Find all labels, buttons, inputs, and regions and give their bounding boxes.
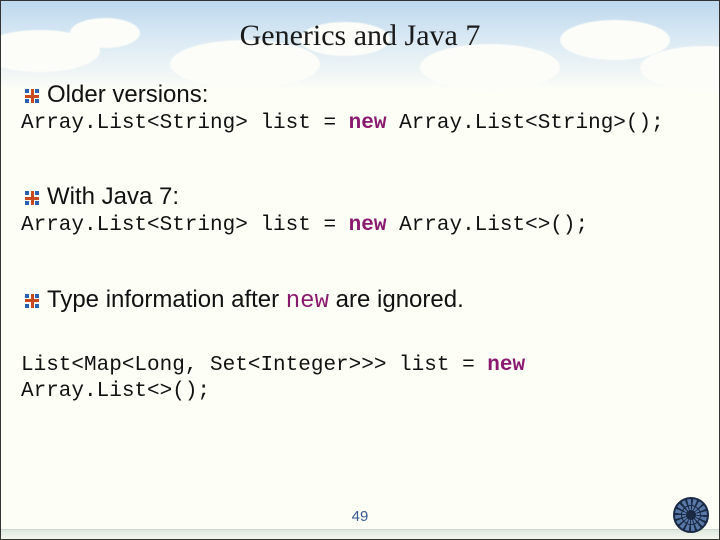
bullet-icon [25, 191, 39, 205]
bullet-icon [25, 294, 39, 308]
bullet-text: Type information after new are ignored. [47, 286, 464, 315]
code-text: Array.List<String> list = [21, 112, 349, 135]
bullet-type-info: Type information after new are ignored. [19, 286, 701, 315]
footer-strip [1, 529, 719, 539]
university-logo-icon [673, 497, 709, 533]
bullet-text: Older versions: [47, 81, 208, 109]
code-text: Array.List<>(); [386, 214, 588, 237]
text: are ignored. [329, 286, 464, 313]
code-text: Array.List<>(); [21, 380, 210, 403]
code-example-long: List<Map<Long, Set<Integer>>> list = new… [19, 351, 701, 406]
keyword-new: new [349, 112, 387, 135]
slide: Generics and Java 7 Older versions: Arra… [0, 0, 720, 540]
page-number: 49 [1, 508, 719, 525]
keyword-new-inline: new [286, 288, 329, 315]
code-java7: Array.List<String> list = new Array.List… [19, 211, 701, 239]
slide-title: Generics and Java 7 [1, 1, 719, 77]
code-text: Array.List<String>(); [386, 112, 663, 135]
text: Type information after [47, 286, 286, 313]
code-text: Array.List<String> list = [21, 214, 349, 237]
bullet-older-versions: Older versions: [19, 81, 701, 109]
bullet-icon [25, 89, 39, 103]
keyword-new: new [487, 354, 525, 377]
bullet-text: With Java 7: [47, 183, 179, 211]
code-older: Array.List<String> list = new Array.List… [19, 109, 701, 137]
code-text: List<Map<Long, Set<Integer>>> list = [21, 354, 487, 377]
slide-content: Older versions: Array.List<String> list … [1, 81, 719, 405]
bullet-java7: With Java 7: [19, 183, 701, 211]
keyword-new: new [349, 214, 387, 237]
